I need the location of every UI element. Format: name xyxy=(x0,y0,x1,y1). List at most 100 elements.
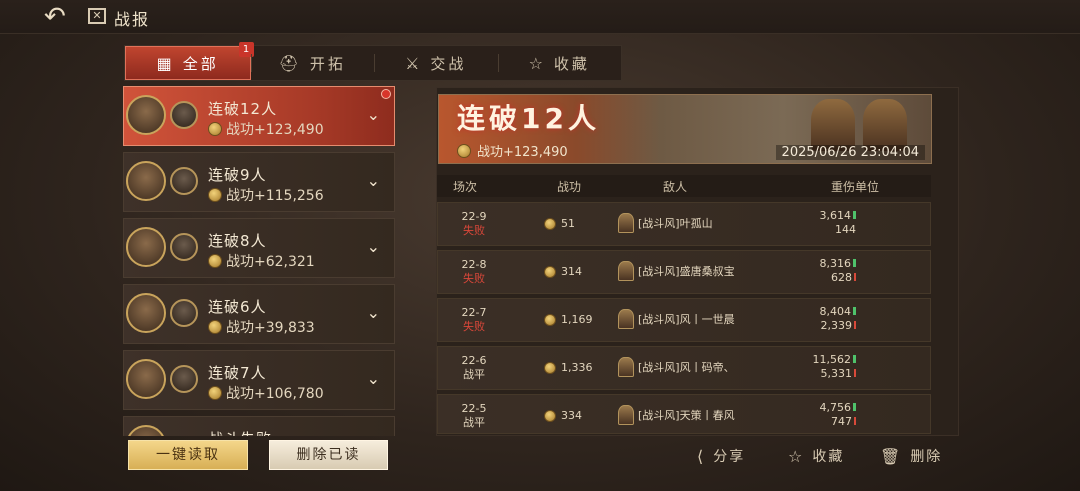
enemy-avatar xyxy=(618,213,634,233)
unread-dot xyxy=(381,89,391,99)
chevron-down-icon[interactable]: ⌄ xyxy=(367,237,380,256)
coin-icon xyxy=(544,409,556,422)
round-number: 22-8 xyxy=(461,258,487,271)
report-title: 连破8人 xyxy=(208,232,267,250)
merit-value: 51 xyxy=(561,217,575,230)
report-item[interactable]: 连破7人 战功+106,780 ⌄ xyxy=(123,350,395,410)
tab-label: 交战 xyxy=(430,54,467,73)
enemy-cell: [战斗风]叶孤山 xyxy=(618,213,713,233)
merit-value: 314 xyxy=(561,265,582,278)
star-icon: ☆ xyxy=(528,53,546,73)
casualties-cell: 8,404 2,339 xyxy=(796,305,856,333)
round-cell: 22-7 失败 xyxy=(458,306,490,334)
back-arrow-icon[interactable]: ↶ xyxy=(44,2,78,32)
table-row[interactable]: 22-6 战平 1,336 [战斗风]风丨码帝、 11,562 5,331 xyxy=(437,346,931,390)
enemy-name: [战斗风]叶孤山 xyxy=(638,217,713,230)
report-item[interactable]: 连破6人 战功+39,833 ⌄ xyxy=(123,284,395,344)
casualties-own: 11,562 xyxy=(812,353,852,366)
merit-value: 战功+106,780 xyxy=(226,386,324,402)
favorite-button[interactable]: ☆ 收藏 xyxy=(788,446,844,466)
chevron-down-icon[interactable]: ⌄ xyxy=(367,303,380,322)
column-merit: 战功 xyxy=(557,180,582,194)
report-merit: 战功+115,256 xyxy=(208,185,324,205)
tab-explore[interactable]: ⛑ 开拓 xyxy=(250,46,375,80)
enemy-avatar xyxy=(618,357,634,377)
coin-icon xyxy=(544,313,556,326)
table-row[interactable]: 22-5 战平 334 [战斗风]天策丨春风 4,756 747 xyxy=(437,394,931,434)
hero-avatar xyxy=(126,293,166,333)
report-item[interactable]: 连破12人 战功+123,490 ⌄ xyxy=(123,86,395,146)
hero-avatar xyxy=(126,425,166,436)
round-number: 22-5 xyxy=(461,402,487,415)
chevron-down-icon[interactable]: ⌄ xyxy=(367,369,380,388)
hero-avatar-secondary xyxy=(170,101,198,129)
enemy-name: [战斗风]风丨码帝、 xyxy=(638,361,735,374)
hero-avatar-secondary xyxy=(170,167,198,195)
report-title: 战斗失败 xyxy=(208,428,272,436)
casualties-own: 4,756 xyxy=(819,401,852,414)
enemy-name: [战斗风]盛唐桑叔宝 xyxy=(638,265,735,278)
tab-bar: ▦ 全部 1 ⛑ 开拓 ⚔ 交战 ☆ 收藏 xyxy=(124,42,622,81)
casualties-enemy: 747 xyxy=(831,415,852,428)
coin-icon xyxy=(208,320,222,334)
tab-label: 开拓 xyxy=(309,54,346,73)
tab-favorites[interactable]: ☆ 收藏 xyxy=(497,46,622,80)
chevron-down-icon[interactable]: ⌄ xyxy=(367,171,380,190)
hero-avatar xyxy=(126,227,166,267)
tab-battle[interactable]: ⚔ 交战 xyxy=(374,46,498,80)
round-result: 失败 xyxy=(463,224,485,237)
report-merit: 战功+62,321 xyxy=(208,251,315,271)
casualties-cell: 3,614 144 xyxy=(796,209,856,237)
report-item[interactable]: 战斗失败 xyxy=(123,416,395,436)
tab-all[interactable]: ▦ 全部 1 xyxy=(125,42,254,80)
report-title: 连破6人 xyxy=(208,298,267,316)
table-row[interactable]: 22-8 失败 314 [战斗风]盛唐桑叔宝 8,316 628 xyxy=(437,250,931,294)
enemy-cell: [战斗风]盛唐桑叔宝 xyxy=(618,261,735,281)
banner-merit: 战功+123,490 xyxy=(457,141,568,160)
enemy-cell: [战斗风]风丨一世晨 xyxy=(618,309,735,329)
casualty-bar-red xyxy=(854,273,856,281)
table-row[interactable]: 22-7 失败 1,169 [战斗风]风丨一世晨 8,404 2,339 xyxy=(437,298,931,342)
merit-value: 1,336 xyxy=(561,361,593,374)
merit-cell: 51 xyxy=(544,217,575,230)
coin-icon xyxy=(544,361,556,374)
hero-portrait xyxy=(811,99,855,151)
table-row[interactable]: 22-9 失败 51 [战斗风]叶孤山 3,614 144 xyxy=(437,202,931,246)
merit-cell: 1,336 xyxy=(544,361,593,374)
enemy-avatar xyxy=(618,309,634,329)
merit-cell: 1,169 xyxy=(544,313,593,326)
merit-value: 334 xyxy=(561,409,582,422)
table-header: 场次 战功 敌人 重伤单位 xyxy=(437,175,931,197)
column-casualties: 重伤单位 xyxy=(831,180,880,194)
read-all-button[interactable]: 一键读取 xyxy=(128,440,248,470)
share-button[interactable]: ⟨ 分享 xyxy=(697,446,745,466)
helmet-icon: ⛑ xyxy=(278,53,302,73)
grid-icon: ▦ xyxy=(156,53,175,73)
coin-icon xyxy=(208,254,222,268)
report-merit: 战功+39,833 xyxy=(208,317,315,337)
casualties-cell: 4,756 747 xyxy=(796,401,856,429)
report-merit: 战功+123,490 xyxy=(208,119,324,139)
report-item[interactable]: 连破9人 战功+115,256 ⌄ xyxy=(123,152,395,212)
page-title: 战报 xyxy=(114,10,151,29)
casualty-bar-green xyxy=(853,355,856,363)
merit-value: 战功+123,490 xyxy=(226,122,324,138)
casualties-own: 3,614 xyxy=(819,209,852,222)
casualties-own: 8,404 xyxy=(819,305,852,318)
report-list[interactable]: 连破12人 战功+123,490 ⌄ 连破9人 战功+115,256 ⌄ 连破8… xyxy=(123,86,396,436)
delete-button[interactable]: 🗑 删除 xyxy=(880,446,942,466)
favorite-label: 收藏 xyxy=(812,449,845,465)
report-item[interactable]: 连破8人 战功+62,321 ⌄ xyxy=(123,218,395,278)
merit-value: 战功+62,321 xyxy=(226,254,315,270)
battle-banner: 连破12人 战功+123,490 2025/06/26 23:04:04 xyxy=(438,94,932,164)
delete-read-button[interactable]: 删除已读 xyxy=(269,440,388,470)
round-number: 22-6 xyxy=(461,354,487,367)
report-title: 连破12人 xyxy=(208,100,278,118)
merit-value: 战功+39,833 xyxy=(226,320,315,336)
enemy-cell: [战斗风]风丨码帝、 xyxy=(618,357,735,377)
chevron-down-icon[interactable]: ⌄ xyxy=(367,105,380,124)
casualties-cell: 11,562 5,331 xyxy=(796,353,856,381)
enemy-name: [战斗风]天策丨春风 xyxy=(638,409,735,422)
trash-icon: 🗑 xyxy=(880,446,903,466)
coin-icon xyxy=(208,386,222,400)
